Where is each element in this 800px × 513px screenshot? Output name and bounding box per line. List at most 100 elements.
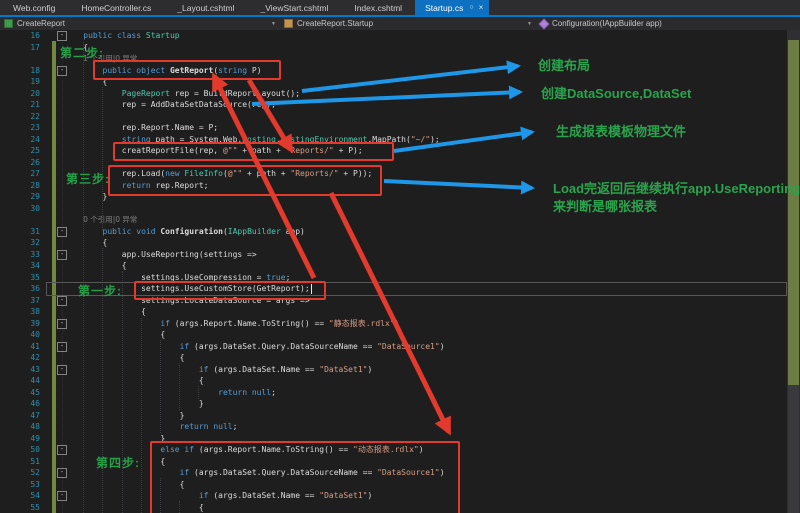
vertical-scrollbar[interactable] (787, 30, 800, 513)
tab-startup-cs[interactable]: Startup.cs○× (415, 0, 489, 15)
code-row[interactable]: 34 { (0, 260, 786, 272)
tab-label: Web.config (13, 3, 55, 13)
code-row[interactable]: 44 { (0, 375, 786, 387)
close-icon[interactable]: × (479, 3, 484, 12)
fold-margin (40, 352, 64, 364)
line-number: 38 (0, 306, 40, 318)
code-text: } (64, 191, 107, 203)
line-number: 49 (0, 433, 40, 445)
fold-margin (40, 122, 64, 134)
fold-margin: - (40, 364, 64, 376)
line-number: 44 (0, 375, 40, 387)
codelens-row: 0 个引用|0 异常 (0, 214, 786, 226)
fold-margin: - (40, 30, 64, 42)
fold-toggle-icon[interactable]: - (57, 468, 67, 478)
tab--layout-cshtml[interactable]: _Layout.cshtml (164, 0, 247, 15)
code-row[interactable]: 17 { (0, 42, 786, 54)
code-row[interactable]: 31- public void Configuration(IAppBuilde… (0, 226, 786, 238)
code-row[interactable]: 38 { (0, 306, 786, 318)
code-row[interactable]: 46 } (0, 398, 786, 410)
code-text: { (64, 237, 107, 249)
fold-margin: - (40, 318, 64, 330)
highlight-box-load-return (108, 165, 382, 196)
scrollbar-thumb-changes[interactable] (788, 40, 799, 385)
fold-toggle-icon[interactable]: - (57, 365, 67, 375)
fold-margin (40, 111, 64, 123)
code-row[interactable]: 41- if (args.DataSet.Query.DataSourceNam… (0, 341, 786, 353)
fold-toggle-icon[interactable]: - (57, 319, 67, 329)
scrollbar-track-lower (788, 385, 799, 513)
code-row[interactable]: 33- app.UseReporting(settings => (0, 249, 786, 261)
fold-toggle-icon[interactable]: - (57, 250, 67, 260)
code-row[interactable]: 30 (0, 203, 786, 215)
fold-margin (40, 398, 64, 410)
breadcrumb-type-dropdown[interactable]: CreateReport.Startup ▼ (280, 17, 536, 30)
fold-margin (40, 433, 64, 445)
fold-toggle-icon[interactable]: - (57, 296, 67, 306)
step-label-2: 第二步: (60, 44, 104, 61)
line-number: 37 (0, 295, 40, 307)
line-number: 48 (0, 421, 40, 433)
fold-margin (40, 191, 64, 203)
fold-toggle-icon[interactable]: - (57, 342, 67, 352)
breadcrumb-project-dropdown[interactable]: CreateReport ▼ (0, 17, 280, 30)
code-row[interactable]: 39- if (args.Report.Name.ToString() == "… (0, 318, 786, 330)
note-load-continue-line2: 来判断是哪张报表 (553, 196, 657, 215)
tab-homecontroller-cs[interactable]: HomeController.cs (68, 0, 164, 15)
line-number: 30 (0, 203, 40, 215)
fold-toggle-icon[interactable]: - (57, 31, 67, 41)
code-text: PageReport rep = BuildReportLayout(); (64, 88, 300, 100)
code-row[interactable]: 32 { (0, 237, 786, 249)
fold-margin: - (40, 65, 64, 77)
code-row[interactable]: 16- public class Startup (0, 30, 786, 42)
note-create-datasource: 创建DataSource,DataSet (541, 83, 691, 102)
tab-index-cshtml[interactable]: Index.cshtml (341, 0, 415, 15)
code-text: } (64, 410, 184, 422)
line-number: 43 (0, 364, 40, 376)
code-text: { (64, 375, 204, 387)
chevron-down-icon: ▼ (527, 21, 532, 27)
line-number: 20 (0, 88, 40, 100)
line-number: 25 (0, 145, 40, 157)
fold-toggle-icon[interactable]: - (57, 227, 67, 237)
code-row[interactable]: 47 } (0, 410, 786, 422)
tab-state-icon[interactable]: ○ (469, 4, 473, 11)
code-text: app.UseReporting(settings => (64, 249, 257, 261)
highlight-box-getreport (93, 60, 281, 80)
project-icon (4, 19, 13, 28)
line-number: 27 (0, 168, 40, 180)
fold-margin (40, 387, 64, 399)
tab--viewstart-cshtml[interactable]: _ViewStart.cshtml (247, 0, 341, 15)
fold-margin (40, 203, 64, 215)
fold-toggle-icon[interactable]: - (57, 445, 67, 455)
breadcrumb-member-dropdown[interactable]: Configuration(IAppBuilder app) (536, 17, 662, 30)
line-number: 26 (0, 157, 40, 169)
fold-margin: - (40, 444, 64, 456)
code-text: rep = AddDataSetDataSource(rep); (64, 99, 276, 111)
tab-label: _Layout.cshtml (177, 3, 234, 13)
line-number: 36 (0, 283, 40, 295)
tab-web-config[interactable]: Web.config (0, 0, 68, 15)
code-row[interactable]: 45 return null; (0, 387, 786, 399)
fold-margin (40, 180, 64, 192)
line-number: 19 (0, 76, 40, 88)
code-row[interactable]: 42 { (0, 352, 786, 364)
fold-toggle-icon[interactable]: - (57, 491, 67, 501)
fold-margin (40, 329, 64, 341)
code-text: public void Configuration(IAppBuilder ap… (64, 226, 305, 238)
fold-margin (40, 168, 64, 180)
code-row[interactable]: 40 { (0, 329, 786, 341)
text-cursor (311, 284, 312, 294)
fold-toggle-icon[interactable]: - (57, 66, 67, 76)
line-number: 50 (0, 444, 40, 456)
code-row[interactable]: 48 return null; (0, 421, 786, 433)
code-text: if (args.Report.Name.ToString() == "静态报表… (64, 318, 399, 330)
line-number: 17 (0, 42, 40, 54)
line-number: 54 (0, 490, 40, 502)
code-row[interactable]: 43- if (args.DataSet.Name == "DataSet1") (0, 364, 786, 376)
breadcrumb: CreateReport ▼ CreateReport.Startup ▼ Co… (0, 17, 800, 31)
tab-label: Index.cshtml (354, 3, 402, 13)
tab-label: _ViewStart.cshtml (260, 3, 328, 13)
fold-margin: - (40, 295, 64, 307)
class-icon (284, 19, 293, 28)
